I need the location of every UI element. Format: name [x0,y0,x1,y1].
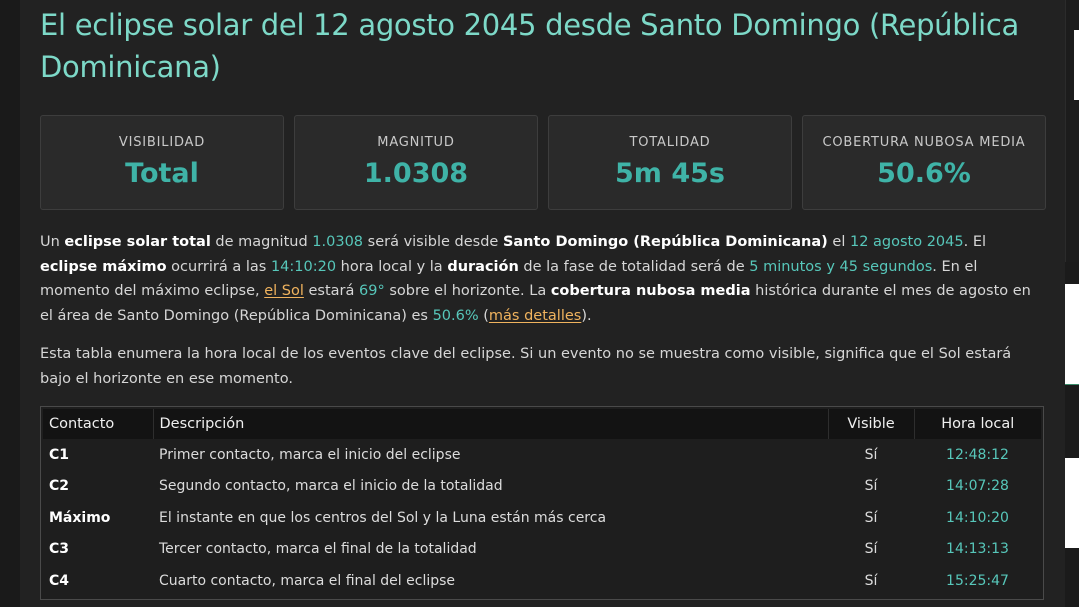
window-edge-panel [1065,284,1079,384]
table-row: C2 Segundo contacto, marca el inicio de … [43,471,1041,503]
text: será visible desde [363,234,503,250]
window-edge-divider [1065,384,1079,385]
eclipse-summary-paragraph: Un eclipse solar total de magnitud 1.030… [40,230,1040,328]
table-row: C3 Tercer contacto, marca el final de la… [43,534,1041,566]
stat-card-visibility: VISIBILIDAD Total [40,115,284,210]
date-value: 12 agosto 2045 [849,234,964,250]
header-visible: Visible [828,409,915,439]
magnitude-value: 1.0308 [312,234,364,250]
cell-contact: C3 [49,541,70,558]
cell-description: Primer contacto, marca el inicio del ecl… [159,446,461,463]
stat-label: COBERTURA NUBOSA MEDIA [822,135,1026,150]
contacts-table: Contacto Descripción Visible Hora local … [43,409,1041,597]
stat-card-cloud-cover: COBERTURA NUBOSA MEDIA 50.6% [802,115,1046,210]
more-details-link[interactable]: más detalles [489,308,581,324]
window-edge-panel [1065,458,1079,548]
stats-cards: VISIBILIDAD Total MAGNITUD 1.0308 TOTALI… [40,115,1046,210]
browser-viewport: El eclipse solar del 12 agosto 2045 desd… [0,0,1079,607]
table-row: C1 Primer contacto, marca el inicio del … [43,439,1041,471]
max-time-value: 14:10:20 [270,258,337,275]
cell-contact: Máximo [49,509,111,526]
page-title: El eclipse solar del 12 agosto 2045 desd… [40,8,1020,84]
header-contact: Contacto [43,409,154,439]
window-edge-highlight [1074,30,1079,100]
text: estará [303,283,360,299]
cell-visible: Sí [864,509,878,526]
cell-visible: Sí [864,541,878,558]
altitude-value: 69° [359,283,385,299]
cell-description: El instante en que los centros del Sol y… [159,509,607,526]
cell-time: 14:13:13 [946,541,1009,558]
stat-value: 1.0308 [363,158,469,189]
article-page: El eclipse solar del 12 agosto 2045 desd… [20,0,1065,607]
cell-contact: C1 [49,446,70,463]
stat-label: MAGNITUD [377,135,455,150]
eclipse-contacts-table: Contacto Descripción Visible Hora local … [40,406,1044,600]
text: sobre el horizonte. La [384,283,551,299]
cell-visible: Sí [864,572,878,589]
cell-contact: C4 [49,572,70,589]
text: de la fase de totalidad será de [518,258,750,275]
header-local-time: Hora local [914,409,1041,439]
cell-time: 14:07:28 [946,478,1009,495]
bold-text: eclipse solar total [64,234,211,250]
cloud-cover-value: 50.6% [432,307,479,324]
header-description: Descripción [153,409,829,439]
stat-value: 5m 45s [615,158,725,189]
text: el [827,234,850,250]
cell-time: 12:48:12 [946,446,1009,463]
cell-description: Cuarto contacto, marca el final del ecli… [159,572,456,589]
stat-label: TOTALIDAD [629,135,711,150]
text: hora local y la [336,258,448,275]
stat-card-magnitude: MAGNITUD 1.0308 [294,115,538,210]
cell-visible: Sí [864,446,878,463]
bold-text: eclipse máximo [40,258,167,275]
table-row: Máximo El instante en que los centros de… [43,502,1041,534]
stat-card-totality: TOTALIDAD 5m 45s [548,115,792,210]
text: . El [963,234,987,250]
cell-time: 15:25:47 [946,572,1009,589]
bold-text: Santo Domingo (República Dominicana) [502,234,828,250]
cell-description: Segundo contacto, marca el inicio de la … [159,478,503,495]
text: ). [581,307,592,324]
text: Un [40,234,65,250]
cell-time: 14:10:20 [946,509,1009,526]
stat-value: 50.6% [877,158,971,189]
text: ( [478,307,489,324]
cell-contact: C2 [49,478,70,495]
bold-text: cobertura nubosa media [550,283,751,299]
adjacent-window-edge [1065,0,1079,607]
table-intro-paragraph: Esta tabla enumera la hora local de los … [40,346,1012,387]
table-row: C4 Cuarto contacto, marca el final del e… [43,565,1041,597]
text: de magnitud [210,234,313,250]
cell-description: Tercer contacto, marca el final de la to… [159,541,477,558]
sun-link[interactable]: el Sol [264,283,304,299]
stat-label: VISIBILIDAD [118,135,206,150]
stat-value: Total [125,158,199,189]
bold-text: duración [447,258,519,275]
text: ocurrirá a las [166,258,271,275]
duration-value: 5 minutos y 45 segundos [749,258,933,275]
cell-visible: Sí [864,478,878,495]
table-header-row: Contacto Descripción Visible Hora local [43,409,1041,439]
